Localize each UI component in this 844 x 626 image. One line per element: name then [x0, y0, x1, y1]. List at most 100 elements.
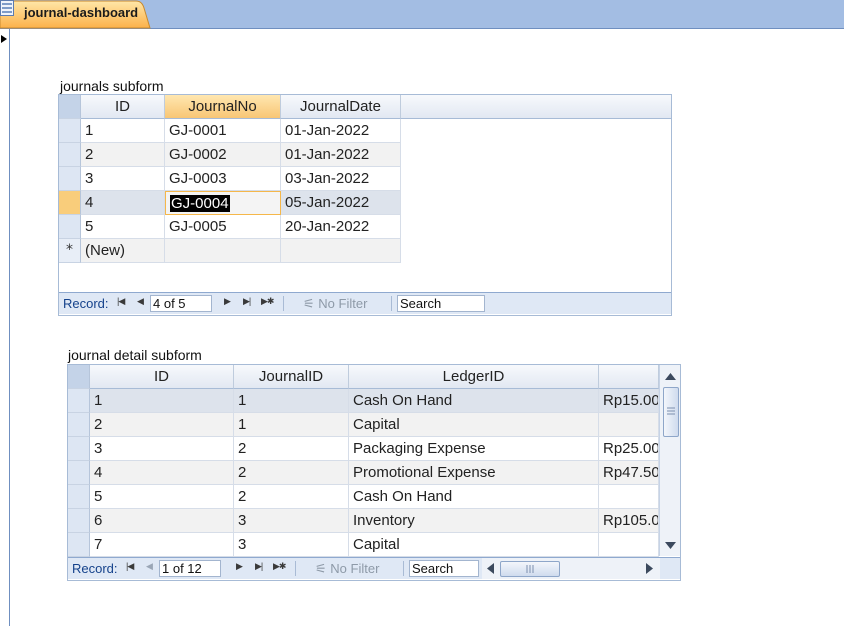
empty-header-area [401, 95, 671, 119]
current-record-field[interactable]: 1 of 12 [159, 560, 221, 577]
cell-ledgerid[interactable]: Packaging Expense [349, 437, 599, 461]
cell-amount[interactable]: Rp105.0 [599, 509, 659, 533]
cell-journaldate[interactable]: 03-Jan-2022 [281, 167, 401, 191]
cell-journaldate[interactable]: 01-Jan-2022 [281, 143, 401, 167]
cell-amount[interactable]: Rp47.50 [599, 461, 659, 485]
next-record-button[interactable]: ▶ [236, 561, 243, 572]
cell-ledgerid[interactable]: Promotional Expense [349, 461, 599, 485]
form-record-selector-bar[interactable] [0, 29, 10, 626]
record-selector[interactable] [68, 509, 90, 533]
cell-journalid[interactable]: 3 [234, 509, 349, 533]
horizontal-scroll-thumb[interactable] [500, 561, 560, 577]
cell-ledgerid[interactable]: Capital [349, 533, 599, 557]
search-input[interactable]: Search [397, 295, 485, 312]
column-header-id[interactable]: ID [90, 365, 234, 389]
cell-id[interactable]: 5 [81, 215, 165, 239]
cell-ledgerid[interactable]: Cash On Hand [349, 389, 599, 413]
scroll-right-icon[interactable] [646, 563, 653, 574]
cell-ledgerid[interactable]: Capital [349, 413, 599, 437]
record-selector[interactable] [68, 389, 90, 413]
cell-id[interactable]: 7 [90, 533, 234, 557]
cell-journalno[interactable]: GJ-0002 [165, 143, 281, 167]
column-header-journaldate[interactable]: JournalDate [281, 95, 401, 119]
vertical-scrollbar[interactable] [659, 365, 680, 556]
cell-id[interactable]: 6 [90, 509, 234, 533]
new-record-button[interactable]: ▶✱ [273, 561, 287, 572]
cell-amount[interactable]: Rp25.00 [599, 437, 659, 461]
select-all-corner[interactable] [68, 365, 90, 389]
cell-journalno[interactable]: GJ-0003 [165, 167, 281, 191]
cell-journalid[interactable]: 2 [234, 485, 349, 509]
select-all-corner[interactable] [59, 95, 81, 119]
last-record-button[interactable]: ▶| [255, 561, 263, 572]
record-selector[interactable] [59, 119, 81, 143]
previous-record-button[interactable]: ◀ [137, 296, 144, 307]
column-header-id[interactable]: ID [81, 95, 165, 119]
record-selector[interactable] [68, 533, 90, 557]
current-record-arrow-icon [1, 35, 7, 43]
cell-journalno-focused[interactable]: GJ-0004 [165, 191, 281, 215]
cell-new-record[interactable]: (New) [81, 239, 165, 263]
column-header-ledgerid[interactable]: LedgerID [349, 365, 599, 389]
record-selector[interactable] [59, 167, 81, 191]
no-filter-label: No Filter [330, 561, 380, 576]
cell-journalid[interactable]: 2 [234, 461, 349, 485]
next-record-button[interactable]: ▶ [224, 296, 231, 307]
cell-amount[interactable]: Rp15.00 [599, 389, 659, 413]
record-selector[interactable] [68, 437, 90, 461]
previous-record-button[interactable]: ◀ [146, 561, 153, 572]
first-record-button[interactable]: |◀ [117, 296, 125, 307]
current-record-field[interactable]: 4 of 5 [150, 295, 212, 312]
cell-amount[interactable] [599, 413, 659, 437]
cell-journaldate[interactable]: 20-Jan-2022 [281, 215, 401, 239]
form-icon [0, 0, 14, 16]
cell-amount[interactable] [599, 533, 659, 557]
scroll-up-icon[interactable] [665, 373, 676, 380]
journal-detail-datasheet[interactable]: ID JournalID LedgerID 1 1 Cash On Hand R… [67, 364, 681, 581]
cell-journalno[interactable]: GJ-0001 [165, 119, 281, 143]
last-record-button[interactable]: ▶| [243, 296, 251, 307]
cell-id[interactable]: 4 [81, 191, 165, 215]
journals-datasheet[interactable]: ID JournalNo JournalDate 1 GJ-0001 01-Ja… [58, 94, 672, 316]
cell-journalno[interactable]: GJ-0005 [165, 215, 281, 239]
cell-id[interactable]: 1 [90, 389, 234, 413]
cell-journalid[interactable]: 3 [234, 533, 349, 557]
column-header-journalid[interactable]: JournalID [234, 365, 349, 389]
record-selector[interactable] [59, 215, 81, 239]
scroll-left-icon[interactable] [487, 563, 494, 574]
cell-journalid[interactable]: 1 [234, 413, 349, 437]
cell-id[interactable]: 1 [81, 119, 165, 143]
new-record-button[interactable]: ▶✱ [261, 296, 275, 307]
record-selector[interactable] [68, 413, 90, 437]
first-record-button[interactable]: |◀ [126, 561, 134, 572]
cell-journaldate[interactable]: 01-Jan-2022 [281, 119, 401, 143]
cell-id[interactable]: 4 [90, 461, 234, 485]
cell-id[interactable]: 3 [90, 437, 234, 461]
record-selector[interactable] [68, 485, 90, 509]
cell-id[interactable]: 3 [81, 167, 165, 191]
scroll-down-icon[interactable] [665, 542, 676, 549]
cell-id[interactable]: 2 [81, 143, 165, 167]
cell-id[interactable]: 2 [90, 413, 234, 437]
cell-empty[interactable] [281, 239, 401, 263]
cell-ledgerid[interactable]: Inventory [349, 509, 599, 533]
record-selector[interactable] [68, 461, 90, 485]
search-input[interactable]: Search [409, 560, 479, 577]
cell-journalid[interactable]: 2 [234, 437, 349, 461]
no-filter-button[interactable]: ⚟ No Filter [315, 561, 379, 577]
tab-journal-dashboard[interactable]: journal-dashboard [0, 0, 151, 29]
cell-ledgerid[interactable]: Cash On Hand [349, 485, 599, 509]
cell-empty[interactable] [165, 239, 281, 263]
cell-journalid[interactable]: 1 [234, 389, 349, 413]
grip-icon [667, 407, 675, 415]
record-selector[interactable] [59, 143, 81, 167]
column-header-amount[interactable] [599, 365, 659, 389]
cell-journaldate[interactable]: 05-Jan-2022 [281, 191, 401, 215]
vertical-scroll-thumb[interactable] [663, 387, 679, 437]
cell-amount[interactable] [599, 485, 659, 509]
horizontal-scrollbar[interactable] [482, 558, 660, 579]
cell-id[interactable]: 5 [90, 485, 234, 509]
no-filter-button[interactable]: ⚟ No Filter [303, 296, 367, 312]
column-header-journalno[interactable]: JournalNo [165, 95, 281, 119]
record-selector-current[interactable] [59, 191, 81, 215]
